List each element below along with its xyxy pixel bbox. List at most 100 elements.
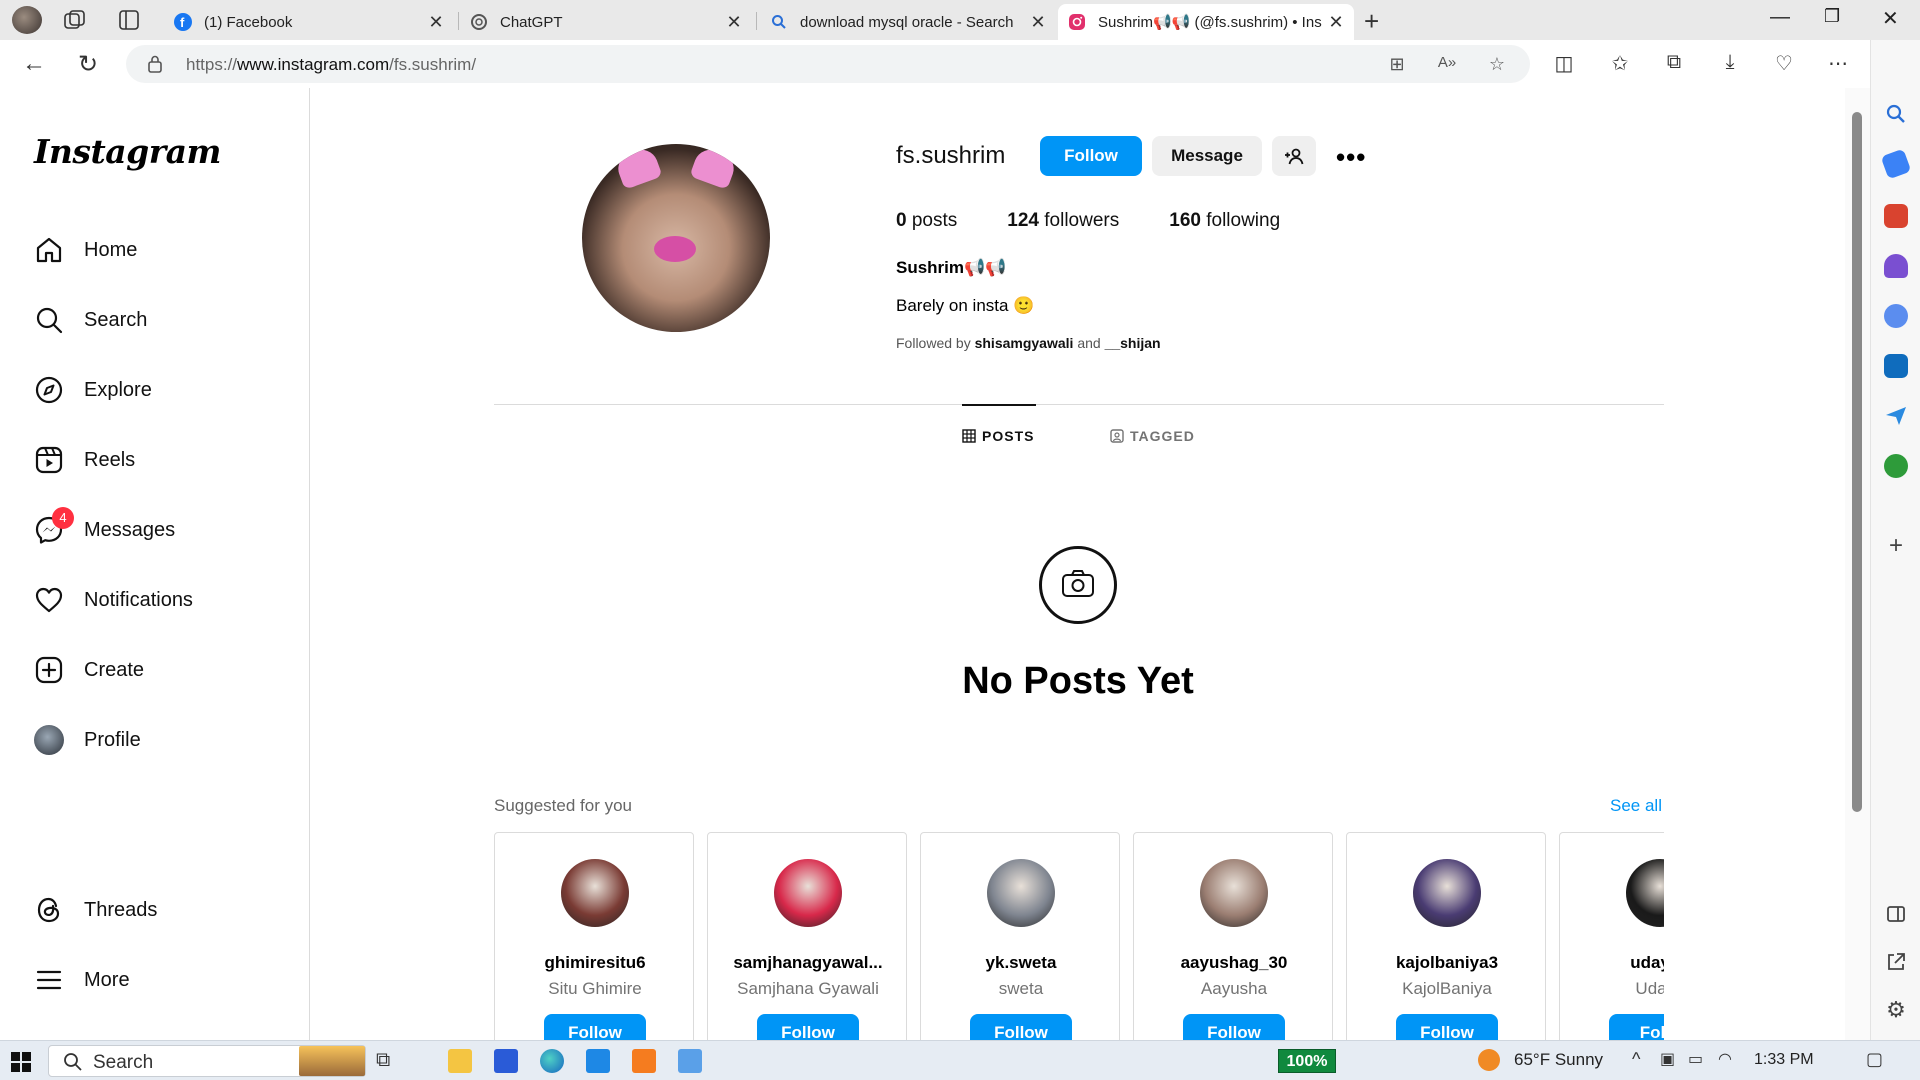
suggestion-username[interactable]: yk.sweta [921, 953, 1121, 973]
favorite-star-icon[interactable]: ☆ [1486, 54, 1508, 76]
split-screen-icon[interactable]: ◫ [1552, 51, 1576, 75]
gear-icon[interactable]: ⚙ [1884, 998, 1908, 1022]
xampp-icon[interactable] [632, 1049, 656, 1073]
follow-button[interactable]: Follow [1040, 136, 1142, 176]
avatar[interactable] [987, 859, 1055, 927]
page-scrollbar[interactable] [1845, 88, 1870, 1040]
workspaces-icon[interactable] [64, 10, 86, 30]
tab-instagram[interactable]: Sushrim📢📢 (@fs.sushrim) • Ins ✕ [1058, 4, 1354, 40]
tab-facebook[interactable]: f (1) Facebook ✕ [164, 4, 454, 40]
sidebar-item-home[interactable]: Home [34, 230, 137, 270]
mail-icon[interactable] [586, 1049, 610, 1073]
follow-button[interactable]: Follo [1609, 1014, 1664, 1042]
restore-button[interactable]: ❐ [1824, 6, 1840, 27]
follow-button[interactable]: Follow [1396, 1014, 1498, 1042]
sidebar-item-threads[interactable]: Threads [34, 890, 157, 930]
suggest-users-button[interactable] [1272, 136, 1316, 176]
suggestion-username[interactable]: kajolbaniya3 [1347, 953, 1547, 973]
instagram-logo[interactable]: Instagram [34, 132, 221, 171]
tab-bing-search[interactable]: download mysql oracle - Search ✕ [760, 4, 1056, 40]
tree-icon[interactable] [1884, 454, 1908, 478]
minimize-button[interactable]: — [1770, 6, 1790, 29]
notifications-icon[interactable]: ▢ [1866, 1049, 1890, 1073]
favorites-icon[interactable]: ✩ [1608, 51, 1632, 75]
tab-tagged[interactable]: TAGGED [1110, 428, 1195, 444]
outlook-icon[interactable] [1884, 354, 1908, 378]
weather-widget[interactable]: 65°F Sunny [1478, 1049, 1603, 1071]
options-icon[interactable]: ••• [1336, 142, 1366, 173]
sidebar-item-create[interactable]: Create [34, 650, 144, 690]
browser-profile-avatar[interactable] [12, 6, 42, 34]
downloads-icon[interactable]: ⤓ [1718, 51, 1742, 75]
games-icon[interactable] [1884, 254, 1908, 278]
suggestion-card[interactable]: yk.sweta sweta Follow [920, 832, 1120, 1042]
collections-icon[interactable]: ⧉ [1662, 51, 1686, 75]
shopping-tag-icon[interactable] [1880, 148, 1912, 180]
url-text[interactable]: https://www.instagram.com/fs.sushrim/ [186, 55, 476, 75]
close-tab-icon[interactable]: ✕ [428, 12, 444, 33]
sidebar-item-messages[interactable]: 4 Messages [34, 507, 175, 550]
refresh-button[interactable]: ↻ [78, 50, 98, 79]
follow-button[interactable]: Follow [757, 1014, 859, 1042]
message-button[interactable]: Message [1152, 136, 1262, 176]
close-window-button[interactable]: ✕ [1882, 6, 1899, 31]
suggestion-username[interactable]: ghimiresitu6 [495, 953, 695, 973]
app-available-icon[interactable]: ⊞ [1386, 54, 1408, 76]
send-icon[interactable] [1884, 404, 1908, 428]
sidebar-item-reels[interactable]: Reels [34, 440, 135, 480]
sidebar-item-explore[interactable]: Explore [34, 370, 152, 410]
suggestion-username[interactable]: aayushag_30 [1134, 953, 1334, 973]
followed-by[interactable]: Followed by shisamgyawali and __shijan [896, 335, 1161, 351]
scrollbar-thumb[interactable] [1852, 112, 1862, 812]
edge-icon[interactable] [540, 1049, 564, 1073]
windows-start-icon[interactable] [10, 1051, 32, 1073]
battery-icon[interactable]: ▭ [1688, 1049, 1712, 1073]
avatar[interactable] [774, 859, 842, 927]
browser-essentials-icon[interactable]: ♡ [1772, 51, 1796, 75]
suggestion-card[interactable]: udaypa Uday I Follo [1559, 832, 1664, 1042]
file-explorer-icon[interactable] [448, 1049, 472, 1073]
follow-button[interactable]: Follow [970, 1014, 1072, 1042]
following-link[interactable]: 160 following [1169, 210, 1280, 232]
external-link-icon[interactable] [1884, 950, 1908, 974]
back-button[interactable]: ← [22, 50, 46, 78]
tools-icon[interactable] [1884, 204, 1908, 228]
suggestion-username[interactable]: udaypa [1560, 953, 1664, 973]
close-tab-icon[interactable]: ✕ [1328, 12, 1344, 33]
search-icon[interactable] [1884, 102, 1908, 126]
see-all-link[interactable]: See all [1610, 796, 1662, 816]
sidebar-item-notifications[interactable]: Notifications [34, 580, 193, 620]
app-icon[interactable] [678, 1049, 702, 1073]
follow-button[interactable]: Follow [1183, 1014, 1285, 1042]
address-bar[interactable]: https://www.instagram.com/fs.sushrim/ ⊞ … [126, 45, 1530, 83]
tab-chatgpt[interactable]: ChatGPT ✕ [460, 4, 752, 40]
follow-button[interactable]: Follow [544, 1014, 646, 1042]
read-aloud-icon[interactable]: A» [1436, 54, 1458, 76]
avatar[interactable] [1626, 859, 1664, 927]
settings-more-icon[interactable]: ⋯ [1826, 51, 1850, 75]
suggestion-card[interactable]: samjhanagyawal... Samjhana Gyawali Follo… [707, 832, 907, 1042]
chevron-up-icon[interactable]: ^ [1632, 1049, 1656, 1073]
profile-avatar[interactable] [582, 144, 770, 332]
avatar[interactable] [1413, 859, 1481, 927]
sidebar-item-search[interactable]: Search [34, 300, 147, 340]
sidebar-item-profile[interactable]: Profile [34, 720, 141, 760]
avatar[interactable] [1200, 859, 1268, 927]
close-tab-icon[interactable]: ✕ [1030, 12, 1046, 33]
avatar[interactable] [561, 859, 629, 927]
store-icon[interactable] [494, 1049, 518, 1073]
add-app-icon[interactable]: + [1884, 534, 1908, 558]
sidebar-panel-icon[interactable] [1884, 902, 1908, 926]
followers-link[interactable]: 124 followers [1007, 210, 1119, 232]
taskbar-clock[interactable]: 1:33 PM [1754, 1051, 1814, 1069]
suggestion-card[interactable]: kajolbaniya3 KajolBaniya Follow [1346, 832, 1546, 1042]
lock-icon[interactable] [148, 55, 162, 73]
suggestion-card[interactable]: aayushag_30 Aayusha Follow [1133, 832, 1333, 1042]
wifi-icon[interactable]: ◠ [1718, 1049, 1742, 1073]
tab-actions-icon[interactable] [118, 9, 140, 31]
taskbar-search[interactable]: Search [48, 1045, 366, 1077]
copilot-app-icon[interactable] [1884, 304, 1908, 328]
task-view-icon[interactable]: ⧉ [376, 1049, 400, 1073]
suggestion-username[interactable]: samjhanagyawal... [708, 953, 908, 973]
tab-posts[interactable]: POSTS [962, 428, 1034, 444]
